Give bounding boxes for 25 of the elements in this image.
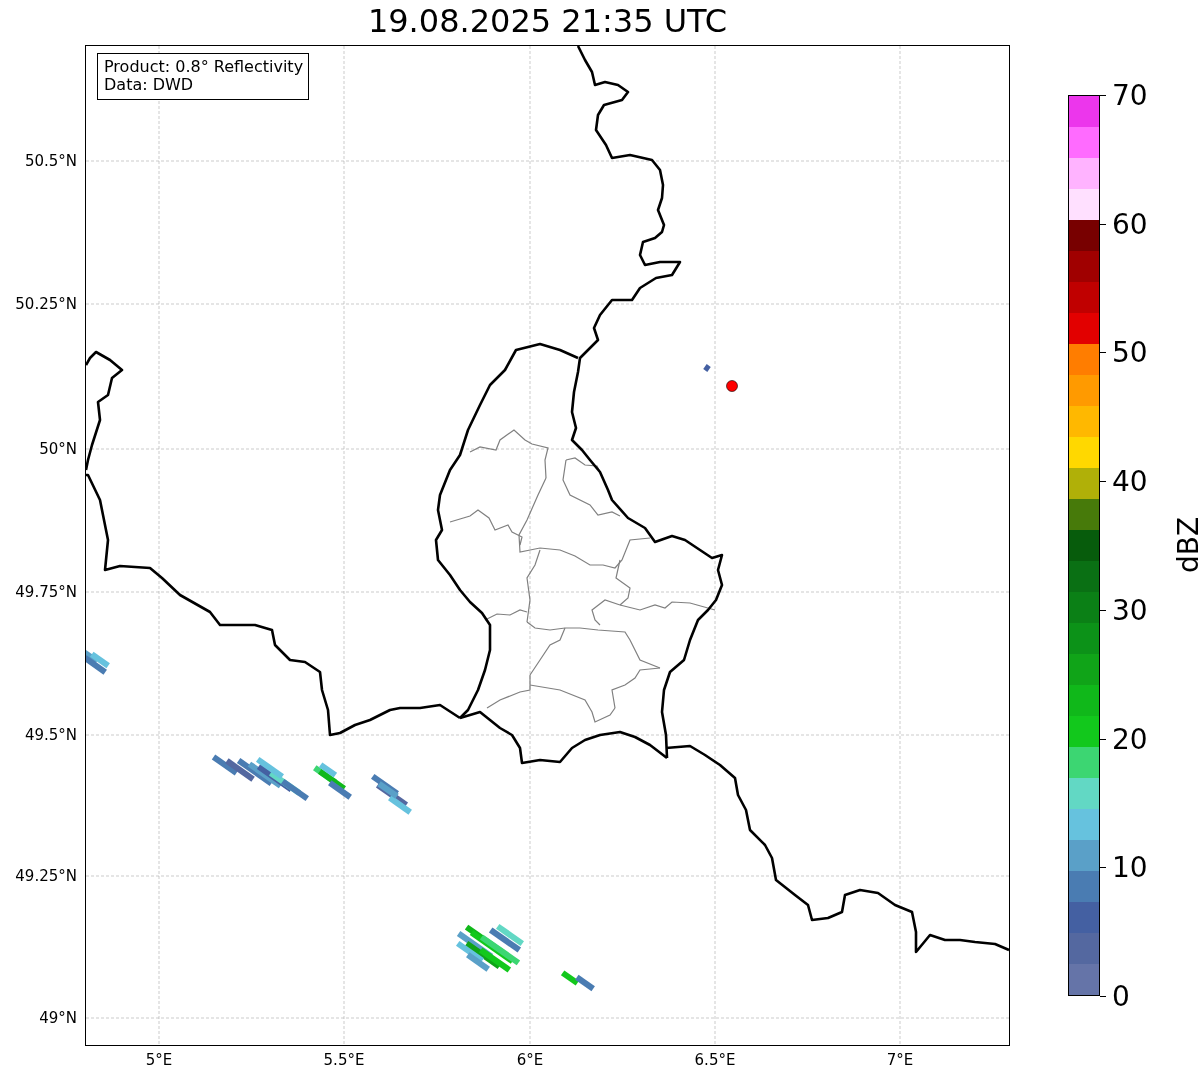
colorbar-tick-label: 60 bbox=[1112, 207, 1148, 241]
info-text: Product: 0.8° Reflectivity bbox=[104, 58, 304, 76]
colorbar-tick-label: 30 bbox=[1112, 593, 1148, 627]
latitude-label: 50.5°N bbox=[24, 152, 77, 170]
radar-site-marker bbox=[726, 380, 738, 392]
latitude-label: 49.25°N bbox=[15, 867, 77, 885]
latitude-label: 50.25°N bbox=[15, 295, 77, 313]
latitude-label: 49.75°N bbox=[15, 583, 77, 601]
info-text: Data: DWD bbox=[104, 76, 195, 94]
latitude-label: 50°N bbox=[39, 440, 77, 458]
latitude-label: 49.5°N bbox=[24, 726, 77, 744]
longitude-label: 5.5°E bbox=[323, 1051, 365, 1069]
longitude-label: 7°E bbox=[886, 1051, 914, 1069]
colorbar-tick-label: 40 bbox=[1112, 464, 1148, 498]
colorbar-tick-label: 10 bbox=[1112, 850, 1148, 884]
colorbar-label: dBZ bbox=[1171, 516, 1202, 574]
colorbar-tick-label: 50 bbox=[1112, 335, 1148, 369]
colorbar-tick-label: 0 bbox=[1112, 979, 1130, 1013]
longitude-label: 5°E bbox=[145, 1051, 173, 1069]
longitude-label: 6°E bbox=[516, 1051, 544, 1069]
longitude-label: 6.5°E bbox=[694, 1051, 736, 1069]
latitude-label: 49°N bbox=[39, 1009, 77, 1027]
colorbar-tick-label: 20 bbox=[1112, 722, 1148, 756]
colorbar-tick-label: 70 bbox=[1112, 78, 1148, 112]
chart-title: 19.08.2025 21:35 UTC bbox=[367, 1, 728, 42]
